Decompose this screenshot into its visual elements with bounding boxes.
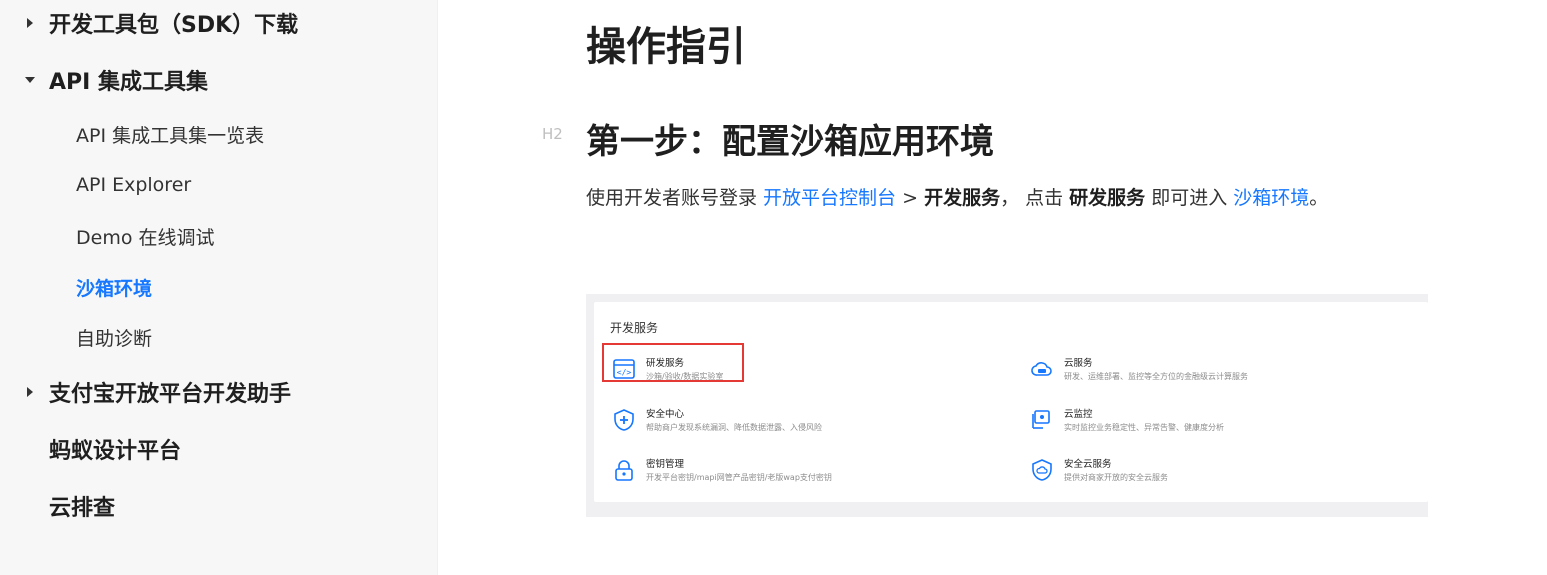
nav-item-sandbox[interactable]: 沙箱环境	[76, 273, 152, 301]
para-text: 使用开发者账号登录	[586, 187, 764, 209]
service-desc: 帮助商户发现系统漏洞、降低数据泄露、入侵风险	[646, 423, 822, 432]
step1-paragraph: 使用开发者账号登录 开放平台控制台 > 开发服务， 点击 研发服务 即可进入 沙…	[586, 180, 1416, 216]
sidebar: 开发工具包（SDK）下载 API 集成工具集 API 集成工具集一览表 API …	[0, 0, 438, 575]
svg-text:</>: </>	[617, 368, 632, 377]
service-name: 密钥管理	[646, 459, 685, 470]
caret-right-icon	[27, 387, 33, 397]
service-desc: 沙箱/验收/数据实验室	[646, 372, 724, 381]
code-window-icon: </>	[613, 359, 635, 379]
service-name: 安全云服务	[1064, 459, 1112, 470]
nav-group-label: API 集成工具集	[49, 70, 208, 95]
para-bold: 研发服务	[1069, 187, 1146, 209]
service-security-center: 安全中心 帮助商户发现系统漏洞、降低数据泄露、入侵风险	[612, 406, 992, 446]
page-title: 操作指引	[586, 24, 746, 70]
service-key-management: 密钥管理 开发平台密钥/mapi网管产品密钥/老版wap支付密钥	[612, 456, 992, 496]
nav-item-api-explorer[interactable]: API Explorer	[76, 171, 191, 199]
service-cloud-monitor: 云监控 实时监控业务稳定性、异常告警、健康度分析	[1030, 406, 1410, 446]
para-text: 。	[1309, 187, 1329, 209]
step1-heading: 第一步：配置沙箱应用环境	[586, 122, 994, 162]
cloud-icon	[1031, 362, 1052, 376]
service-rd: </> 研发服务 沙箱/验收/数据实验室	[612, 355, 992, 395]
nav-group-label: 蚂蚁设计平台	[49, 439, 182, 464]
sandbox-link[interactable]: 沙箱环境	[1233, 187, 1309, 209]
para-text: >	[896, 187, 925, 209]
heading-anchor-marker[interactable]: H2	[542, 125, 563, 143]
para-text: ， 点击	[1000, 187, 1070, 209]
caret-right-icon	[27, 18, 33, 28]
caret-down-icon	[25, 77, 35, 83]
console-link[interactable]: 开放平台控制台	[763, 187, 896, 209]
service-desc: 提供对商家开放的安全云服务	[1064, 473, 1168, 482]
screenshot-title: 开发服务	[610, 321, 659, 335]
nav-item-self-diagnosis[interactable]: 自助诊断	[76, 323, 152, 351]
nav-group-label: 支付宝开放平台开发助手	[49, 382, 292, 407]
shield-plus-icon	[614, 409, 634, 431]
service-name: 研发服务	[646, 358, 685, 369]
service-name: 安全中心	[646, 409, 685, 420]
service-name: 云服务	[1064, 358, 1093, 369]
para-bold: 开发服务	[924, 187, 1001, 209]
service-desc: 实时监控业务稳定性、异常告警、健康度分析	[1064, 423, 1224, 432]
nav-item-toolkit-overview[interactable]: API 集成工具集一览表	[76, 120, 264, 148]
screenshot-card: 开发服务 </> 研发服务 沙箱/验收/数据实验室 云服务 研发、运维部署、监控…	[594, 302, 1428, 502]
service-security-cloud: 安全云服务 提供对商家开放的安全云服务	[1030, 456, 1410, 496]
service-name: 云监控	[1064, 409, 1093, 420]
monitor-camera-icon	[1032, 410, 1050, 429]
lock-icon	[615, 460, 633, 481]
dev-services-screenshot: 开发服务 </> 研发服务 沙箱/验收/数据实验室 云服务 研发、运维部署、监控…	[586, 294, 1428, 517]
nav-group-label: 云排查	[49, 496, 116, 521]
service-desc: 研发、运维部署、监控等全方位的金融级云计算服务	[1064, 372, 1248, 381]
service-cloud: 云服务 研发、运维部署、监控等全方位的金融级云计算服务	[1030, 355, 1410, 395]
nav-item-demo-debug[interactable]: Demo 在线调试	[76, 222, 215, 250]
nav-group-label: 开发工具包（SDK）下载	[49, 13, 299, 38]
shield-cloud-icon	[1032, 459, 1052, 481]
para-text: 即可进入	[1145, 187, 1234, 209]
service-desc: 开发平台密钥/mapi网管产品密钥/老版wap支付密钥	[646, 473, 832, 482]
